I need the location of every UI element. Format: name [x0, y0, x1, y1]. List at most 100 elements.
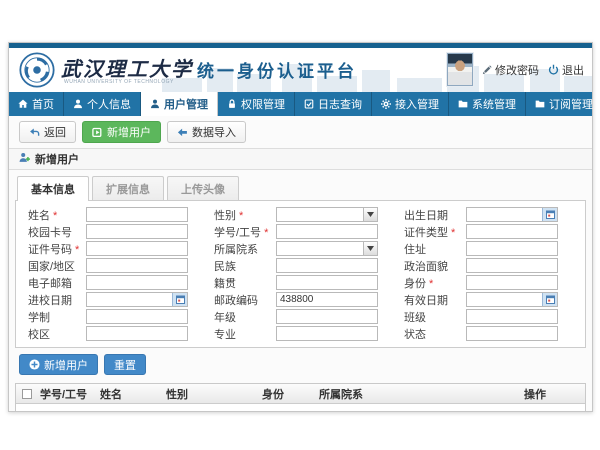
identity-input[interactable]	[467, 276, 557, 289]
form-row: 进校日期邮政编码有效日期	[18, 291, 583, 308]
logout-label: 退出	[562, 62, 584, 78]
gender-select-value[interactable]	[277, 208, 363, 221]
main-nav: 首页 个人信息 用户管理 权限管理日志查询 接入管理系统管理 订阅管理	[9, 92, 592, 116]
birth-date-input[interactable]	[467, 208, 542, 221]
calendar-icon[interactable]	[172, 293, 187, 306]
postal-code-input[interactable]	[277, 293, 377, 306]
log-icon	[304, 99, 314, 109]
form-row: 姓名 *性别 *出生日期	[18, 206, 583, 223]
new-user-button[interactable]: 新增用户	[82, 121, 161, 143]
political-status-field	[466, 258, 558, 273]
id-type-field	[466, 224, 558, 239]
address-label: 住址	[404, 241, 466, 257]
nav-item-perm-mgmt[interactable]: 权限管理	[218, 92, 295, 116]
name-field	[86, 207, 188, 222]
select-all-checkbox[interactable]	[22, 389, 32, 399]
gender-select	[276, 207, 378, 222]
content-area: 返回 新增用户 数据导入 新增用户 基本信息	[9, 116, 592, 411]
campus-card-no-label: 校园卡号	[28, 224, 86, 240]
tab-upload-avatar[interactable]: 上传头像	[167, 176, 239, 200]
folder-icon	[535, 99, 545, 109]
submit-button-label: 新增用户	[44, 357, 88, 373]
address-field	[466, 241, 558, 256]
id-number-input[interactable]	[87, 242, 187, 255]
address-input[interactable]	[467, 242, 557, 255]
chevron-down-icon[interactable]	[363, 208, 377, 221]
users-icon	[150, 99, 160, 109]
political-status-label: 政治面貌	[404, 258, 466, 274]
department-select-value[interactable]	[277, 242, 363, 255]
tab-basic-info[interactable]: 基本信息	[17, 176, 89, 201]
email-label: 电子邮箱	[28, 275, 86, 291]
nav-item-label: 权限管理	[241, 96, 285, 112]
campus-card-no-input[interactable]	[87, 225, 187, 238]
panel-header: 新增用户	[9, 148, 592, 170]
nav-item-home[interactable]: 首页	[9, 92, 64, 116]
department-select	[276, 241, 378, 256]
data-import-button[interactable]: 数据导入	[167, 121, 246, 143]
ethnicity-field	[276, 258, 378, 273]
entry-date-input[interactable]	[87, 293, 172, 306]
nav-item-label: 个人信息	[87, 96, 131, 112]
student-staff-id-input[interactable]	[277, 225, 377, 238]
submit-add-user-button[interactable]: 新增用户	[19, 354, 98, 375]
column-header-identity: 身份	[260, 386, 317, 402]
nav-item-log-query[interactable]: 日志查询	[295, 92, 372, 116]
id-type-input[interactable]	[467, 225, 557, 238]
column-header-gender: 性别	[164, 386, 260, 402]
political-status-input[interactable]	[467, 259, 557, 272]
email-input[interactable]	[87, 276, 187, 289]
table-header-row: 学号/工号姓名性别身份所属院系操作	[16, 384, 585, 404]
chevron-down-icon[interactable]	[363, 242, 377, 255]
tab-extended-info[interactable]: 扩展信息	[92, 176, 164, 200]
grade-input[interactable]	[277, 310, 377, 323]
back-button[interactable]: 返回	[19, 121, 76, 143]
gender-label: 性别 *	[214, 207, 276, 223]
logout-link[interactable]: 退出	[548, 62, 584, 78]
form-row: 学制年级班级	[18, 308, 583, 325]
campus-card-no-field	[86, 224, 188, 239]
education-system-label: 学制	[28, 309, 86, 325]
nav-item-sub-mgmt[interactable]: 订阅管理	[526, 92, 600, 116]
campus-input[interactable]	[87, 327, 187, 340]
major-input[interactable]	[277, 327, 377, 340]
nav-item-label: 用户管理	[164, 96, 208, 112]
required-asterisk: *	[448, 227, 455, 239]
education-system-field	[86, 309, 188, 324]
form-actions: 新增用户 重置	[9, 348, 592, 381]
nav-item-profile[interactable]: 个人信息	[64, 92, 141, 116]
required-asterisk: *	[72, 244, 79, 256]
calendar-icon[interactable]	[542, 208, 557, 221]
user-avatar[interactable]	[447, 53, 473, 86]
home-icon	[18, 99, 28, 109]
column-header-department: 所属院系	[317, 386, 522, 402]
tabs: 基本信息 扩展信息 上传头像	[17, 176, 586, 200]
country-region-label: 国家/地区	[28, 258, 86, 274]
form-grid: 姓名 *性别 *出生日期校园卡号学号/工号 *证件类型 *证件号码 *所属院系住…	[15, 200, 586, 348]
required-asterisk: *	[236, 210, 243, 222]
change-password-link[interactable]: 修改密码	[482, 62, 539, 78]
new-user-icon	[92, 127, 103, 138]
native-place-field	[276, 275, 378, 290]
birth-date-field	[466, 207, 558, 222]
header-actions: 修改密码 退出	[447, 53, 584, 86]
nav-item-label: 订阅管理	[549, 96, 593, 112]
nav-item-access-mgmt[interactable]: 接入管理	[372, 92, 449, 116]
calendar-icon[interactable]	[542, 293, 557, 306]
nav-item-label: 接入管理	[395, 96, 439, 112]
reset-button[interactable]: 重置	[104, 354, 146, 375]
nav-item-user-mgmt[interactable]: 用户管理	[141, 92, 218, 116]
class-input[interactable]	[467, 310, 557, 323]
native-place-input[interactable]	[277, 276, 377, 289]
postal-code-label: 邮政编码	[214, 292, 276, 308]
name-input[interactable]	[87, 208, 187, 221]
required-asterisk: *	[426, 278, 433, 290]
nav-item-label: 首页	[32, 96, 54, 112]
status-input[interactable]	[467, 327, 557, 340]
country-region-input[interactable]	[87, 259, 187, 272]
valid-date-input[interactable]	[467, 293, 542, 306]
nav-item-sys-mgmt[interactable]: 系统管理	[449, 92, 526, 116]
education-system-input[interactable]	[87, 310, 187, 323]
ethnicity-input[interactable]	[277, 259, 377, 272]
back-arrow-icon	[29, 127, 40, 138]
